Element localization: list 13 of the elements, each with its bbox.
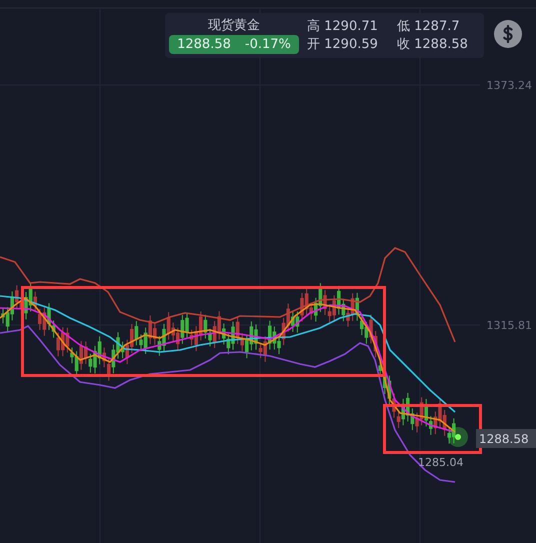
price-value: 1288.58	[177, 36, 231, 54]
dollar-icon[interactable]	[494, 20, 522, 48]
current-price-tag: 1288.58	[476, 429, 536, 448]
stat-value: 高 1290.71	[307, 18, 379, 35]
axis-label: 1373.24	[486, 78, 532, 94]
low-price-label: 1285.04	[418, 455, 464, 471]
axis-label: 1315.81	[486, 318, 532, 334]
instrument-name: 现货黄金	[208, 17, 260, 35]
current-price-marker	[448, 427, 468, 447]
price-change: -0.17%	[244, 36, 291, 54]
stat-value: 开 1290.59	[307, 36, 379, 53]
stat-value: 低 1287.7	[397, 18, 461, 35]
stat-value: 收 1288.58	[397, 36, 469, 53]
